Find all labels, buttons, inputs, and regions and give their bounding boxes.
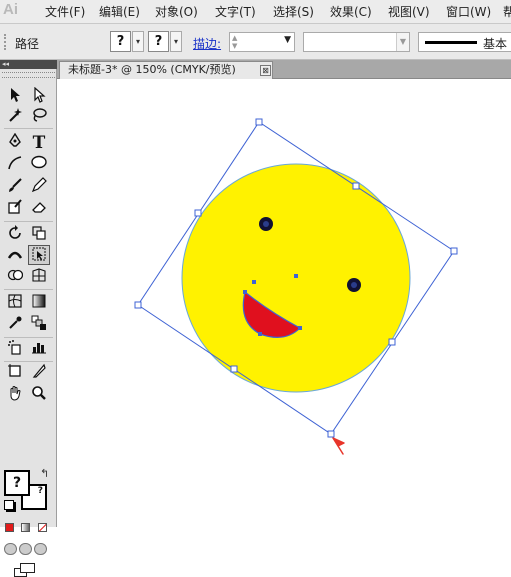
menu-help[interactable]: 帮 <box>503 3 511 20</box>
type-tool-icon[interactable]: T <box>28 133 50 153</box>
artboard-canvas[interactable] <box>57 79 511 527</box>
fill-stroke-control: ? ? ↰ <box>4 467 52 512</box>
bounding-box-handle[interactable] <box>230 365 238 373</box>
free-transform-tool-icon[interactable] <box>28 245 50 265</box>
slice-tool-icon[interactable] <box>28 363 50 383</box>
perspective-grid-tool-icon[interactable] <box>28 267 50 287</box>
anchor-point[interactable] <box>258 332 262 336</box>
pen-tool-icon[interactable] <box>4 132 26 153</box>
menu-effect[interactable]: 效果(C) <box>330 3 372 20</box>
hand-tool-icon[interactable] <box>4 385 26 405</box>
toolbox-divider <box>4 337 53 338</box>
lasso-tool-icon[interactable] <box>28 107 50 127</box>
document-tab-bar: 未标题-3* @ 150% (CMYK/预览) ⊠ <box>57 60 511 79</box>
magic-wand-tool-icon[interactable] <box>4 107 26 127</box>
stroke-weight-field[interactable]: ▲ ▼ ▼ <box>229 32 295 52</box>
toolbox-collapse-bar[interactable]: ◂◂ <box>0 60 57 69</box>
left-eye-highlight <box>263 221 269 227</box>
brush-name-label: 基本 <box>483 37 508 51</box>
none-mode-button[interactable] <box>38 523 47 532</box>
zoom-tool-icon[interactable] <box>28 385 50 405</box>
rotate-cursor-icon <box>332 437 345 455</box>
gradient-tool-icon[interactable] <box>28 293 50 313</box>
menu-view[interactable]: 视图(V) <box>388 3 430 20</box>
chevron-down-icon[interactable]: ▼ <box>284 35 291 45</box>
toolbox-divider <box>4 361 53 362</box>
toolbox-divider <box>4 221 53 222</box>
chevron-down-icon[interactable]: ▼ <box>396 33 409 51</box>
scale-tool-icon[interactable] <box>28 225 50 245</box>
close-icon[interactable]: ⊠ <box>260 65 271 76</box>
bounding-box-handle[interactable] <box>450 247 458 255</box>
shape-builder-tool-icon[interactable] <box>4 267 26 287</box>
app-logo: Ai <box>3 1 18 18</box>
document-tab[interactable]: 未标题-3* @ 150% (CMYK/预览) ⊠ <box>59 61 273 79</box>
panel-grip[interactable] <box>4 34 6 50</box>
pencil-tool-icon[interactable] <box>28 177 50 197</box>
anchor-point[interactable] <box>252 280 256 284</box>
menu-window[interactable]: 窗口(W) <box>446 3 491 20</box>
stroke-color-button[interactable]: ? <box>148 31 169 52</box>
menu-edit[interactable]: 编辑(E) <box>99 3 140 20</box>
draw-normal-icon[interactable] <box>4 543 17 555</box>
fill-color-swatch[interactable]: ? <box>4 470 30 496</box>
menu-file[interactable]: 文件(F) <box>45 3 85 20</box>
variable-width-field[interactable]: ▼ <box>303 32 410 52</box>
brush-definition-field[interactable]: 基本 <box>418 32 511 52</box>
bounding-box-handle[interactable] <box>255 118 263 126</box>
default-fill-stroke-icon[interactable] <box>4 500 14 510</box>
center-point <box>294 274 298 278</box>
blob-brush-tool-icon[interactable] <box>4 199 26 219</box>
rotate-tool-icon[interactable] <box>4 225 26 245</box>
brush-stroke-preview <box>425 41 477 44</box>
width-tool-icon[interactable] <box>4 246 26 266</box>
toolbox-divider <box>4 128 53 129</box>
menu-select[interactable]: 选择(S) <box>273 3 314 20</box>
toolbox: ◂◂ T ? ? ↰ <box>0 60 57 577</box>
selection-tool-icon[interactable] <box>4 87 26 107</box>
screen-mode-button[interactable] <box>14 563 36 577</box>
stroke-dropdown-arrow[interactable]: ▾ <box>170 31 182 52</box>
bounding-box-handle[interactable] <box>388 338 396 346</box>
mesh-tool-icon[interactable] <box>4 293 26 313</box>
right-eye-highlight <box>351 282 357 288</box>
menu-object[interactable]: 对象(O) <box>155 3 198 20</box>
symbol-sprayer-tool-icon[interactable] <box>4 339 26 359</box>
draw-inside-icon[interactable] <box>34 543 47 555</box>
swap-fill-stroke-icon[interactable]: ↰ <box>40 467 49 480</box>
toolbox-grip[interactable] <box>2 72 55 78</box>
eraser-tool-icon[interactable] <box>28 199 50 219</box>
artboard-tool-icon[interactable] <box>4 363 26 383</box>
line-segment-tool-icon[interactable] <box>4 155 26 175</box>
document-tab-title: 未标题-3* @ 150% (CMYK/预览) <box>68 63 236 76</box>
bounding-box-handle[interactable] <box>352 182 360 190</box>
bounding-box-handle[interactable] <box>327 430 335 438</box>
blend-tool-icon[interactable] <box>28 315 50 335</box>
paintbrush-tool-icon[interactable] <box>4 177 26 197</box>
anchor-point[interactable] <box>298 326 302 330</box>
menu-type[interactable]: 文字(T) <box>215 3 256 20</box>
control-bar: 路径 ? ▾ ? ▾ 描边: ▲ ▼ ▼ ▼ 基本 <box>0 24 511 60</box>
selection-type-label: 路径 <box>15 37 40 51</box>
bounding-box-handle[interactable] <box>194 209 202 217</box>
color-mode-button[interactable] <box>5 523 14 532</box>
fill-color-button[interactable]: ? <box>110 31 131 52</box>
ellipse-tool-icon[interactable] <box>28 155 50 175</box>
drawing-modes <box>4 540 52 555</box>
direct-selection-tool-icon[interactable] <box>28 86 50 107</box>
anchor-point[interactable] <box>243 290 247 294</box>
stroke-weight-spinner[interactable]: ▲ ▼ <box>232 34 237 50</box>
screen-mode-icon-front <box>20 563 35 573</box>
draw-behind-icon[interactable] <box>19 543 32 555</box>
eyedropper-tool-icon[interactable] <box>4 315 26 335</box>
fill-dropdown-arrow[interactable]: ▾ <box>132 31 144 52</box>
menu-bar: Ai 文件(F) 编辑(E) 对象(O) 文字(T) 选择(S) 效果(C) 视… <box>0 0 511 24</box>
artwork-svg <box>134 118 458 455</box>
gradient-mode-button[interactable] <box>21 523 30 532</box>
column-graph-tool-icon[interactable] <box>28 339 50 359</box>
toolbox-divider <box>4 289 53 290</box>
stroke-label-link[interactable]: 描边: <box>193 35 221 52</box>
bounding-box-handle[interactable] <box>134 301 142 309</box>
